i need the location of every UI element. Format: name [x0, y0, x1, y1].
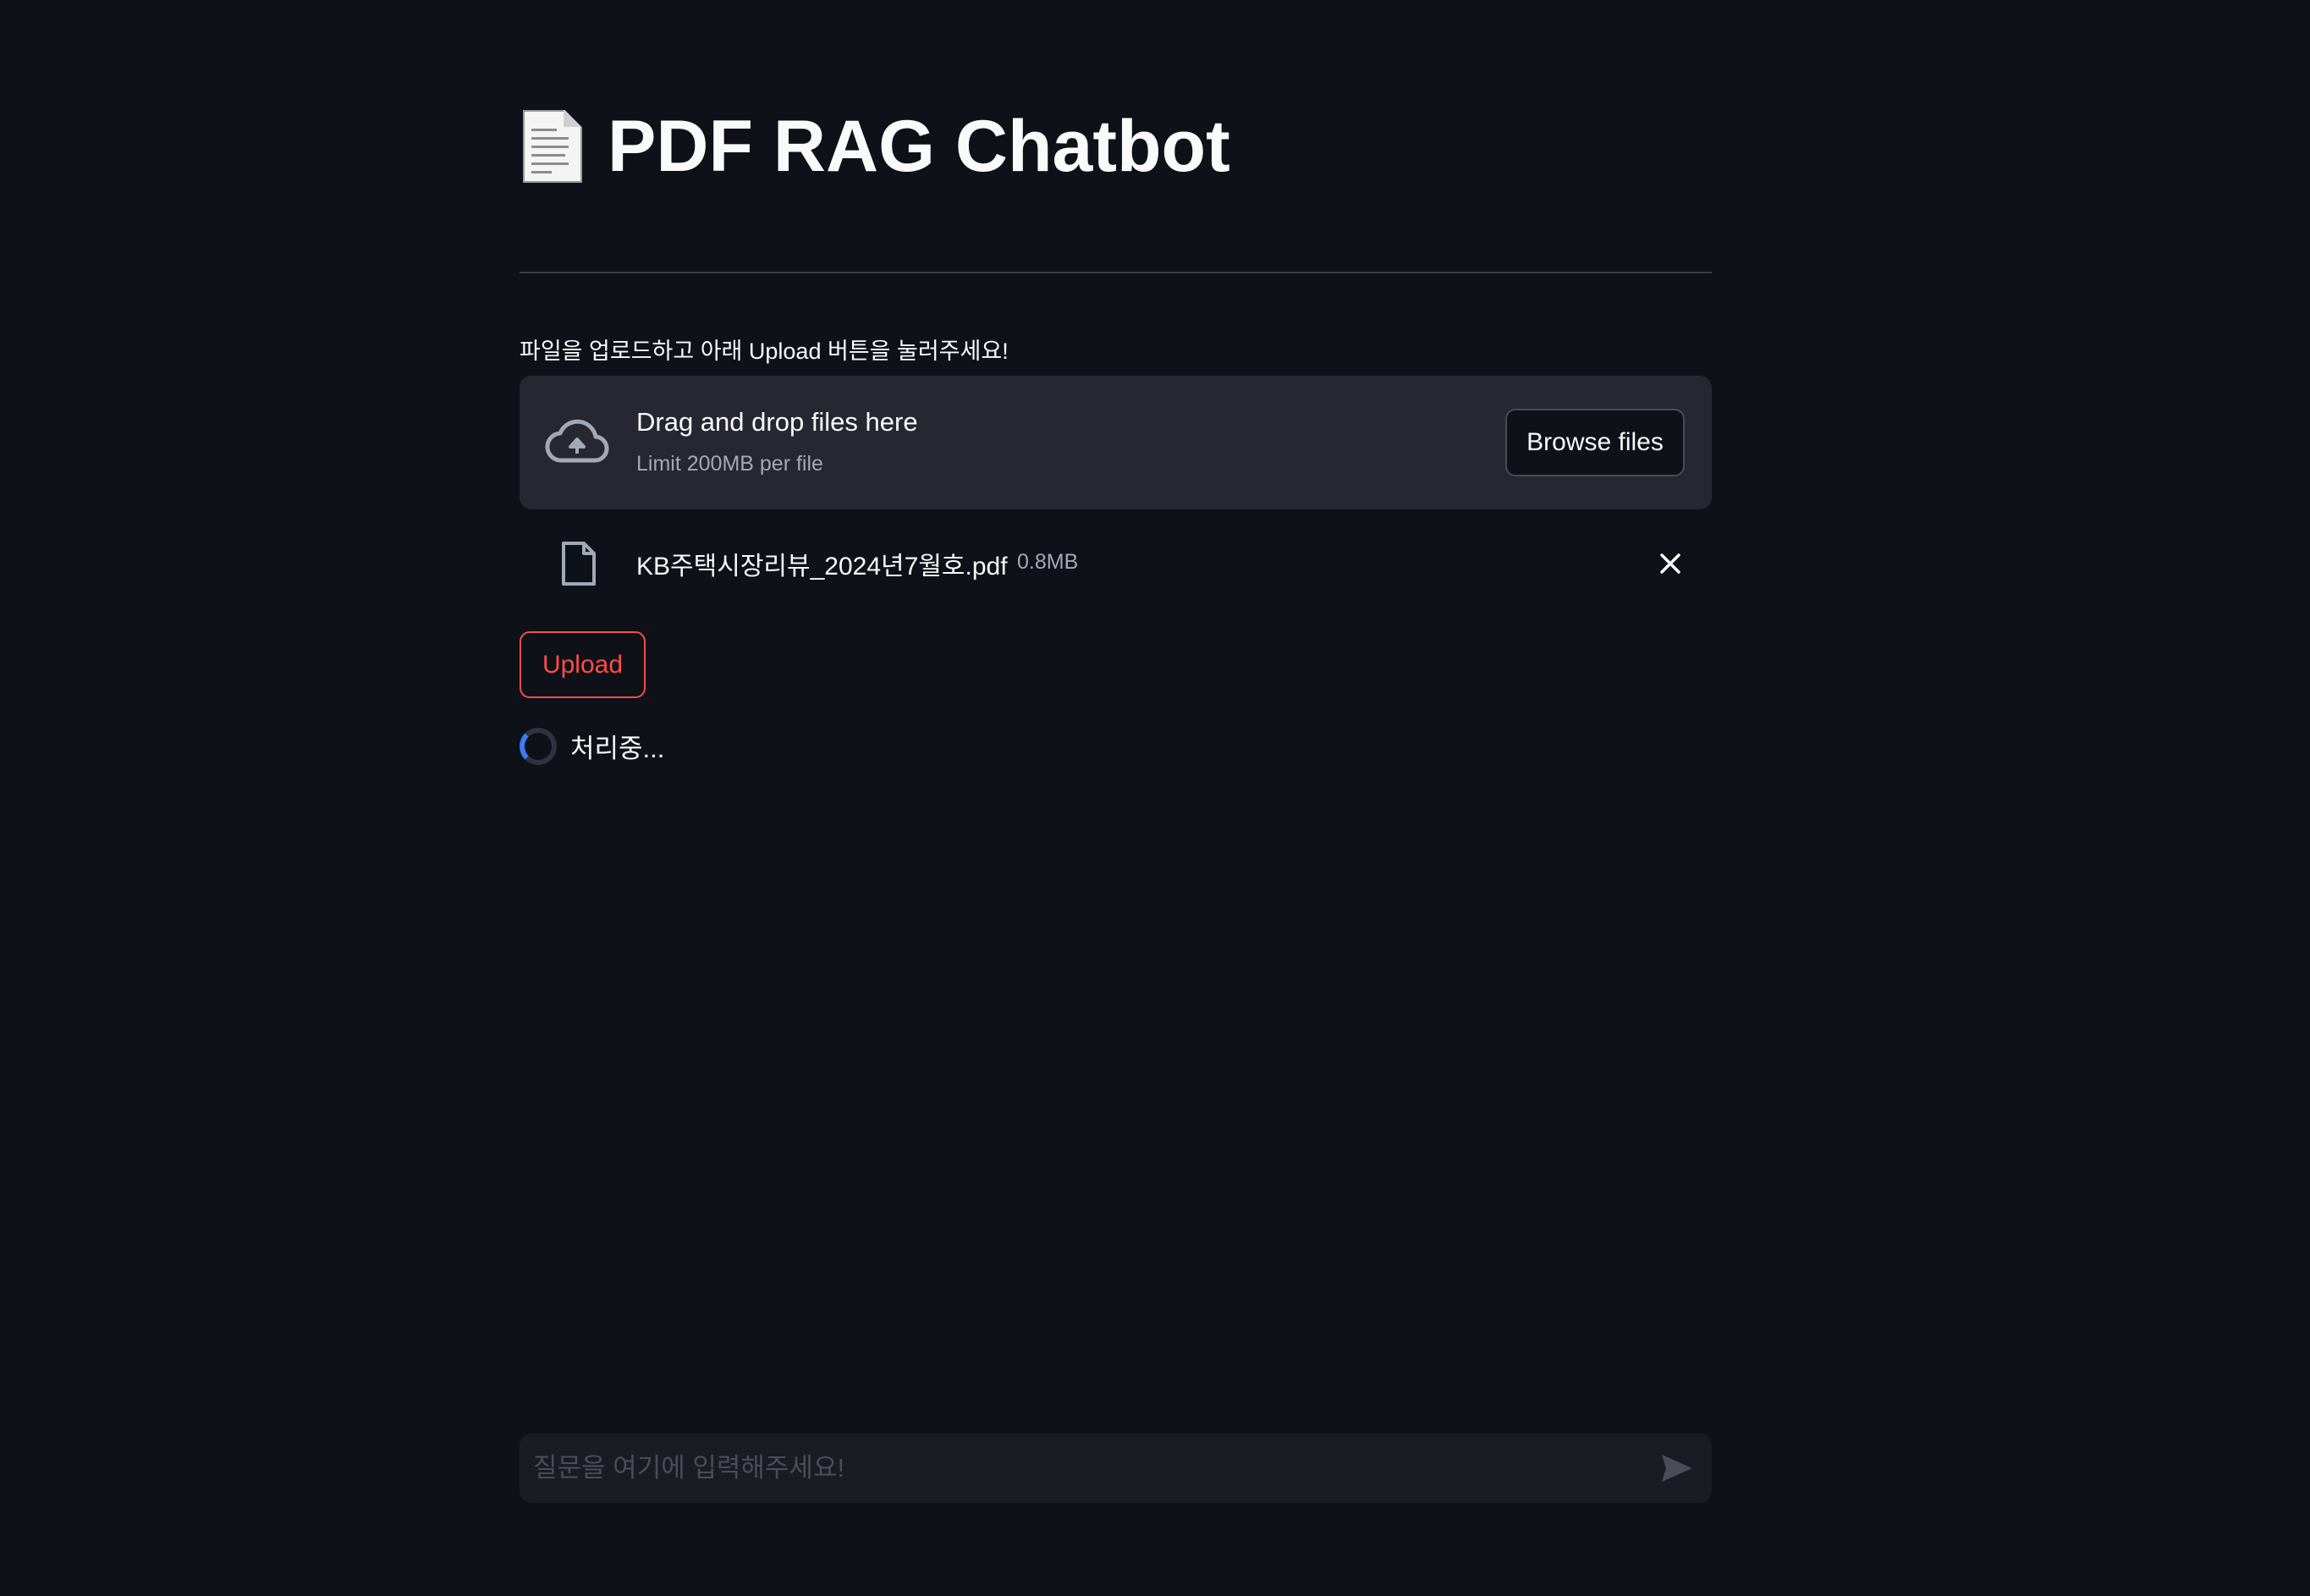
file-icon: [562, 542, 596, 586]
browse-files-button[interactable]: Browse files: [1505, 409, 1685, 476]
upload-instruction: 파일을 업로드하고 아래 Upload 버튼을 눌러주세요!: [520, 338, 1009, 364]
close-icon[interactable]: [1653, 547, 1687, 581]
main-container: PDF RAG Chatbot 파일을 업로드하고 아래 Upload 버튼을 …: [520, 0, 1712, 1596]
page-title: PDF RAG Chatbot: [608, 105, 1230, 187]
chat-input[interactable]: [533, 1434, 1633, 1503]
file-name: KB주택시장리뷰_2024년7월호.pdf: [636, 553, 1008, 581]
send-icon[interactable]: [1659, 1452, 1695, 1484]
upload-button[interactable]: Upload: [520, 631, 646, 698]
page-header: PDF RAG Chatbot: [520, 100, 1230, 193]
chat-input-container: [520, 1434, 1712, 1503]
cloud-upload-icon: [545, 419, 609, 463]
dropzone-limit: Limit 200MB per file: [636, 452, 823, 476]
uploaded-file-item: KB주택시장리뷰_2024년7월호.pdf 0.8MB: [520, 533, 1712, 594]
page-facing-up-icon: [520, 108, 586, 184]
status-text: 처리중...: [570, 734, 665, 763]
loading-spinner-icon: [520, 728, 557, 765]
file-size: 0.8MB: [1017, 550, 1079, 574]
file-dropzone[interactable]: Drag and drop files here Limit 200MB per…: [520, 376, 1712, 509]
dropzone-title: Drag and drop files here: [636, 407, 918, 437]
divider: [520, 272, 1712, 273]
